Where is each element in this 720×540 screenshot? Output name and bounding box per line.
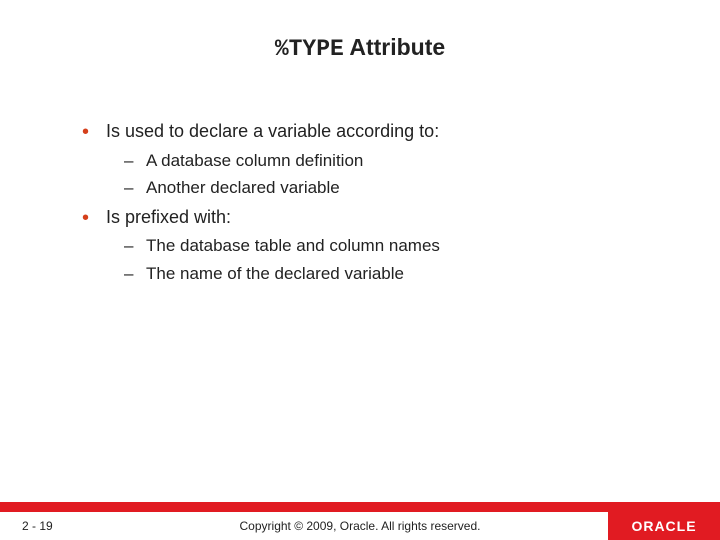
bullet-list: Is used to declare a variable according … — [78, 118, 660, 287]
oracle-logo: ORACLE — [608, 512, 720, 540]
sub-bullet-item: A database column definition — [120, 148, 660, 174]
footer-red-bar — [0, 502, 720, 512]
bullet-text: Is prefixed with: — [106, 207, 231, 227]
title-rest: Attribute — [344, 34, 445, 60]
bullet-item: Is prefixed with: The database table and… — [78, 204, 660, 288]
bullet-text: Is used to declare a variable according … — [106, 121, 439, 141]
sub-bullet-item: The database table and column names — [120, 233, 660, 259]
slide-title: %TYPE Attribute — [0, 0, 720, 62]
sub-bullet-list: The database table and column names The … — [120, 233, 660, 287]
slide-content: Is used to declare a variable according … — [0, 62, 720, 287]
sub-bullet-list: A database column definition Another dec… — [120, 148, 660, 202]
title-mono: %TYPE — [275, 36, 344, 62]
sub-bullet-item: The name of the declared variable — [120, 261, 660, 287]
sub-bullet-item: Another declared variable — [120, 175, 660, 201]
bullet-item: Is used to declare a variable according … — [78, 118, 660, 202]
footer-row: 2 - 19 Copyright © 2009, Oracle. All rig… — [0, 512, 720, 540]
